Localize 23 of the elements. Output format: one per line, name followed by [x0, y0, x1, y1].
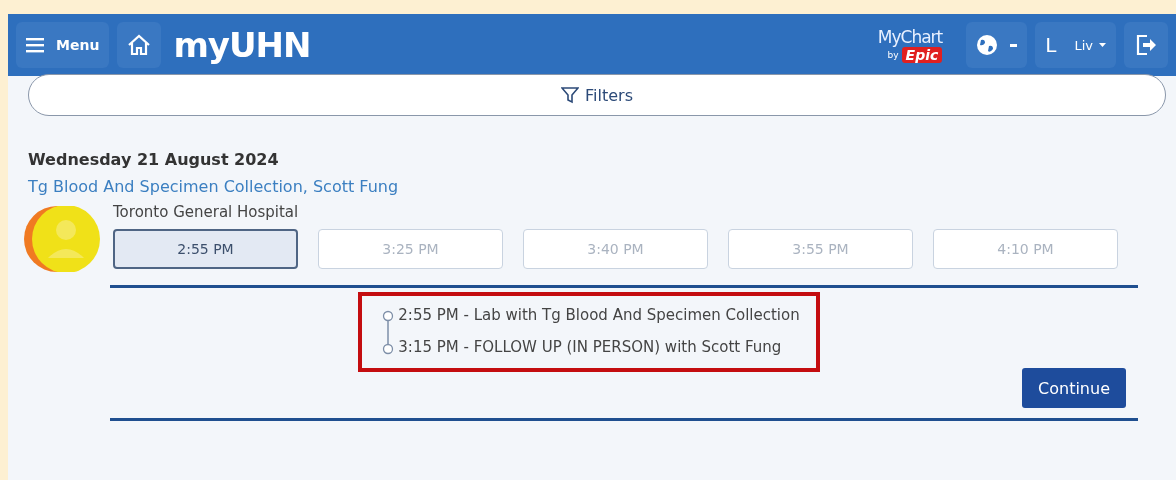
caret-icon	[1010, 43, 1018, 47]
account-button[interactable]: L Liv	[1035, 22, 1116, 68]
filters-button[interactable]: Filters	[28, 74, 1166, 116]
globe-icon	[976, 34, 999, 56]
logout-icon	[1134, 33, 1158, 57]
home-button[interactable]	[117, 22, 162, 68]
mychart-logo: MyChart by Epic	[877, 27, 943, 63]
location-label: Toronto General Hospital	[113, 203, 299, 221]
brand-logo: myUHN	[173, 25, 311, 65]
continue-button[interactable]: Continue	[1022, 368, 1126, 408]
time-slot-button[interactable]: 2:55 PM	[113, 229, 298, 269]
home-icon	[127, 34, 152, 56]
filter-icon	[561, 86, 579, 104]
language-button[interactable]	[966, 22, 1028, 68]
date-heading: Wednesday 21 August 2024	[28, 150, 279, 169]
menu-icon	[26, 37, 44, 53]
menu-button[interactable]: Menu	[16, 22, 110, 68]
logout-button[interactable]	[1124, 22, 1168, 68]
appointment-step: 2:55 PM - Lab with Tg Blood And Specimen Collection	[398, 306, 800, 324]
providers-link[interactable]: Tg Blood And Specimen Collection, Scott Fung	[28, 177, 399, 196]
appointment-step: 3:15 PM - FOLLOW UP (IN PERSON) with Scott Fung	[398, 338, 800, 356]
avatar-icon	[24, 206, 102, 272]
caret-icon	[1099, 43, 1106, 47]
